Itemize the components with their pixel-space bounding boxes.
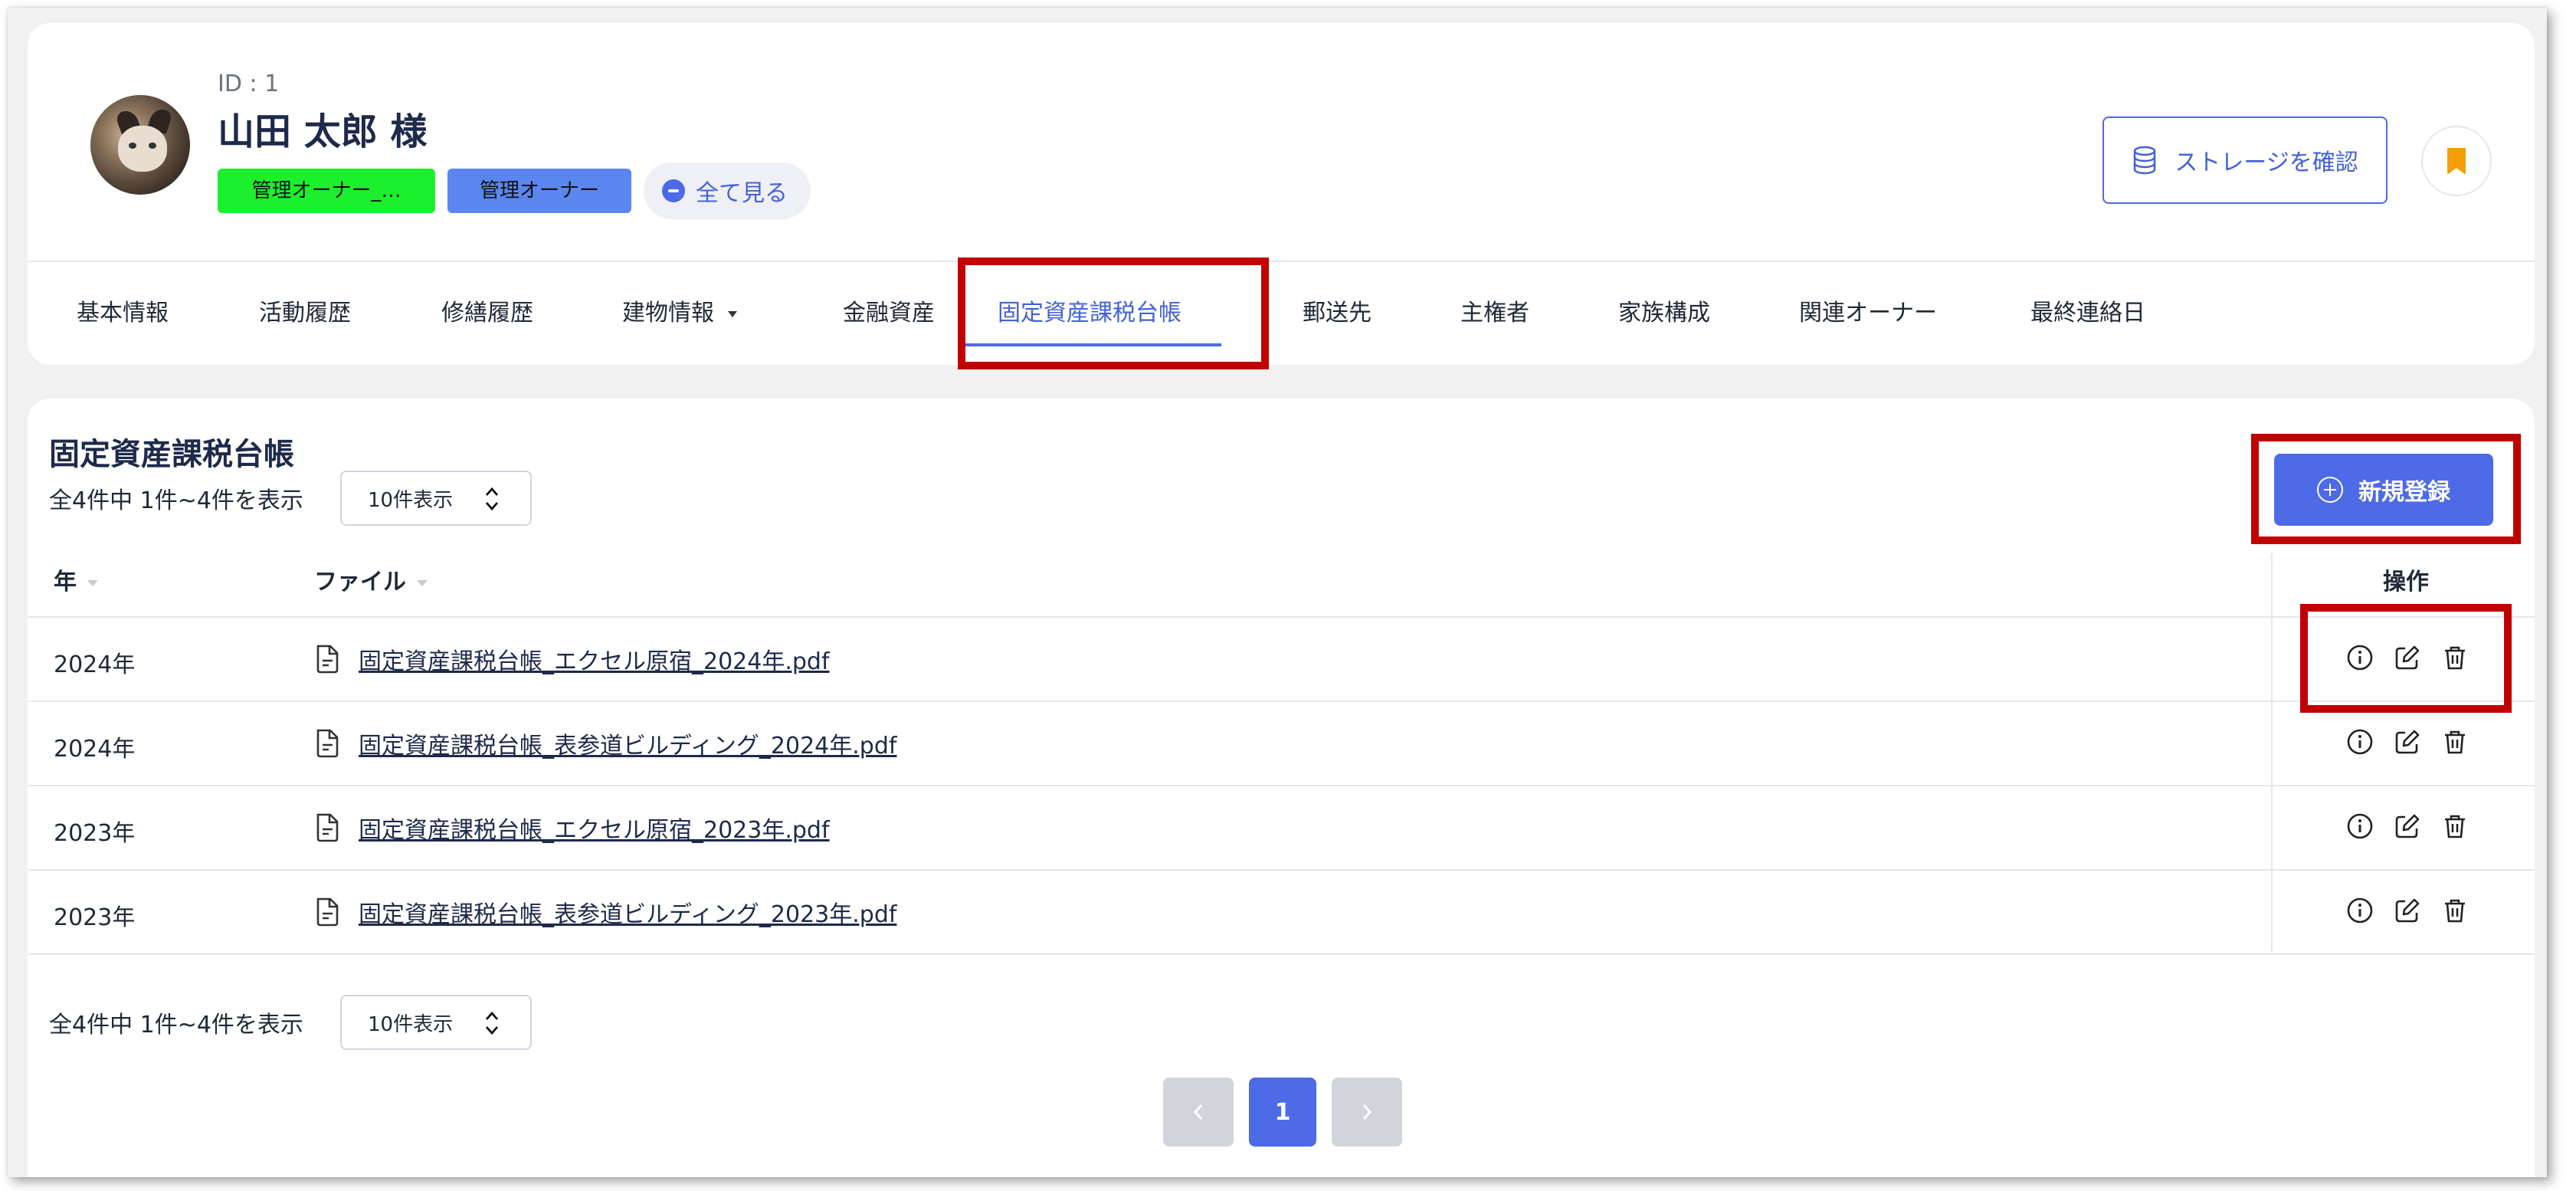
minus-circle-icon	[662, 179, 685, 202]
owner-name: 山田 太郎 様	[218, 110, 428, 153]
tab-family[interactable]: 家族構成	[1618, 262, 1710, 365]
cell-year: 2024年	[54, 651, 136, 678]
file-icon	[316, 729, 339, 758]
record-count-top: 全4件中 1件~4件を表示	[49, 487, 303, 514]
tab-building-info[interactable]: 建物情報	[622, 262, 737, 365]
ops-column-divider	[2271, 553, 2273, 952]
see-all-label: 全て見る	[696, 180, 788, 207]
file-link[interactable]: 固定資産課税台帳_表参道ビルディング_2024年.pdf	[359, 727, 896, 760]
owner-header-card: ID : 1 山田 太郎 様 管理オーナー_… 管理オーナー 全て見る ストレー…	[28, 23, 2535, 365]
edit-icon[interactable]	[2392, 895, 2423, 926]
row-divider	[28, 785, 2535, 786]
sort-icon	[87, 579, 98, 586]
file-icon	[316, 897, 339, 927]
row-divider	[28, 616, 2535, 618]
avatar	[90, 95, 190, 195]
info-icon[interactable]	[2345, 895, 2375, 926]
tab-last-contact[interactable]: 最終連絡日	[2030, 262, 2145, 365]
database-icon	[2134, 146, 2156, 175]
cell-year: 2024年	[54, 736, 136, 763]
edit-icon[interactable]	[2392, 727, 2423, 757]
cell-year: 2023年	[54, 820, 136, 847]
header-file[interactable]: ファイル	[314, 563, 428, 596]
chevron-updown-icon	[485, 1011, 499, 1035]
caret-down-icon	[728, 310, 737, 317]
tag-owner-group: 管理オーナー_…	[218, 169, 435, 213]
header-year[interactable]: 年	[54, 563, 98, 596]
tab-basic-info[interactable]: 基本情報	[77, 262, 169, 365]
highlight-tab	[958, 258, 1269, 369]
page-size-select-bottom[interactable]: 10件表示	[340, 995, 532, 1050]
edit-icon[interactable]	[2392, 811, 2423, 842]
cell-year: 2023年	[54, 904, 136, 931]
row-divider	[28, 953, 2535, 955]
header-ops: 操作	[2383, 569, 2429, 596]
row-divider	[28, 869, 2535, 871]
cell-file: 固定資産課税台帳_エクセル原宿_2024年.pdf	[314, 642, 830, 676]
file-icon	[316, 813, 339, 842]
section-title: 固定資産課税台帳	[49, 437, 294, 472]
page-size-select-top[interactable]: 10件表示	[340, 471, 532, 526]
tag-owner: 管理オーナー	[447, 169, 631, 213]
prev-page-button[interactable]	[1163, 1078, 1234, 1147]
page-size-value: 10件表示	[368, 488, 454, 512]
owner-id: ID : 1	[218, 71, 280, 97]
file-link[interactable]: 固定資産課税台帳_表参道ビルディング_2023年.pdf	[359, 895, 896, 929]
chevron-right-icon	[1362, 1104, 1372, 1120]
check-storage-button[interactable]: ストレージを確認	[2102, 116, 2388, 204]
cell-file: 固定資産課税台帳_エクセル原宿_2023年.pdf	[314, 811, 830, 845]
info-icon[interactable]	[2345, 811, 2375, 842]
tab-bar: 基本情報 活動履歴 修繕履歴 建物情報 金融資産 固定資産課税台帳 郵送先 主権…	[28, 262, 2535, 365]
page-1-button[interactable]: 1	[1249, 1078, 1316, 1147]
chevron-updown-icon	[485, 487, 499, 511]
file-icon	[316, 645, 339, 674]
tab-activity-history[interactable]: 活動履歴	[259, 262, 351, 365]
row-actions	[2345, 811, 2470, 842]
row-actions	[2345, 727, 2470, 757]
cell-file: 固定資産課税台帳_表参道ビルディング_2023年.pdf	[314, 895, 896, 929]
highlight-new-button	[2251, 434, 2521, 544]
file-link[interactable]: 固定資産課税台帳_エクセル原宿_2023年.pdf	[359, 811, 830, 845]
tab-mailing-address[interactable]: 郵送先	[1303, 262, 1372, 365]
trash-icon[interactable]	[2440, 811, 2470, 842]
tab-financial-assets[interactable]: 金融資産	[843, 262, 935, 365]
record-count-bottom: 全4件中 1件~4件を表示	[49, 1012, 303, 1038]
row-actions	[2345, 895, 2470, 926]
page-size-value: 10件表示	[368, 1012, 454, 1036]
cell-file: 固定資産課税台帳_表参道ビルディング_2024年.pdf	[314, 727, 896, 760]
sort-icon	[417, 579, 428, 586]
trash-icon[interactable]	[2440, 895, 2470, 926]
highlight-row-actions	[2300, 604, 2512, 713]
info-icon[interactable]	[2345, 727, 2375, 757]
tab-repair-history[interactable]: 修繕履歴	[441, 262, 533, 365]
bookmark-button[interactable]	[2421, 126, 2492, 196]
see-all-tags-button[interactable]: 全て見る	[644, 162, 811, 219]
file-link[interactable]: 固定資産課税台帳_エクセル原宿_2024年.pdf	[359, 642, 830, 676]
bookmark-icon	[2447, 148, 2466, 174]
tab-sovereign[interactable]: 主権者	[1460, 262, 1529, 365]
row-divider	[28, 700, 2535, 702]
check-storage-label: ストレージを確認	[2175, 149, 2358, 176]
trash-icon[interactable]	[2440, 727, 2470, 757]
chevron-left-icon	[1193, 1104, 1203, 1120]
tab-related-owners[interactable]: 関連オーナー	[1799, 262, 1937, 365]
next-page-button[interactable]	[1332, 1078, 1402, 1147]
